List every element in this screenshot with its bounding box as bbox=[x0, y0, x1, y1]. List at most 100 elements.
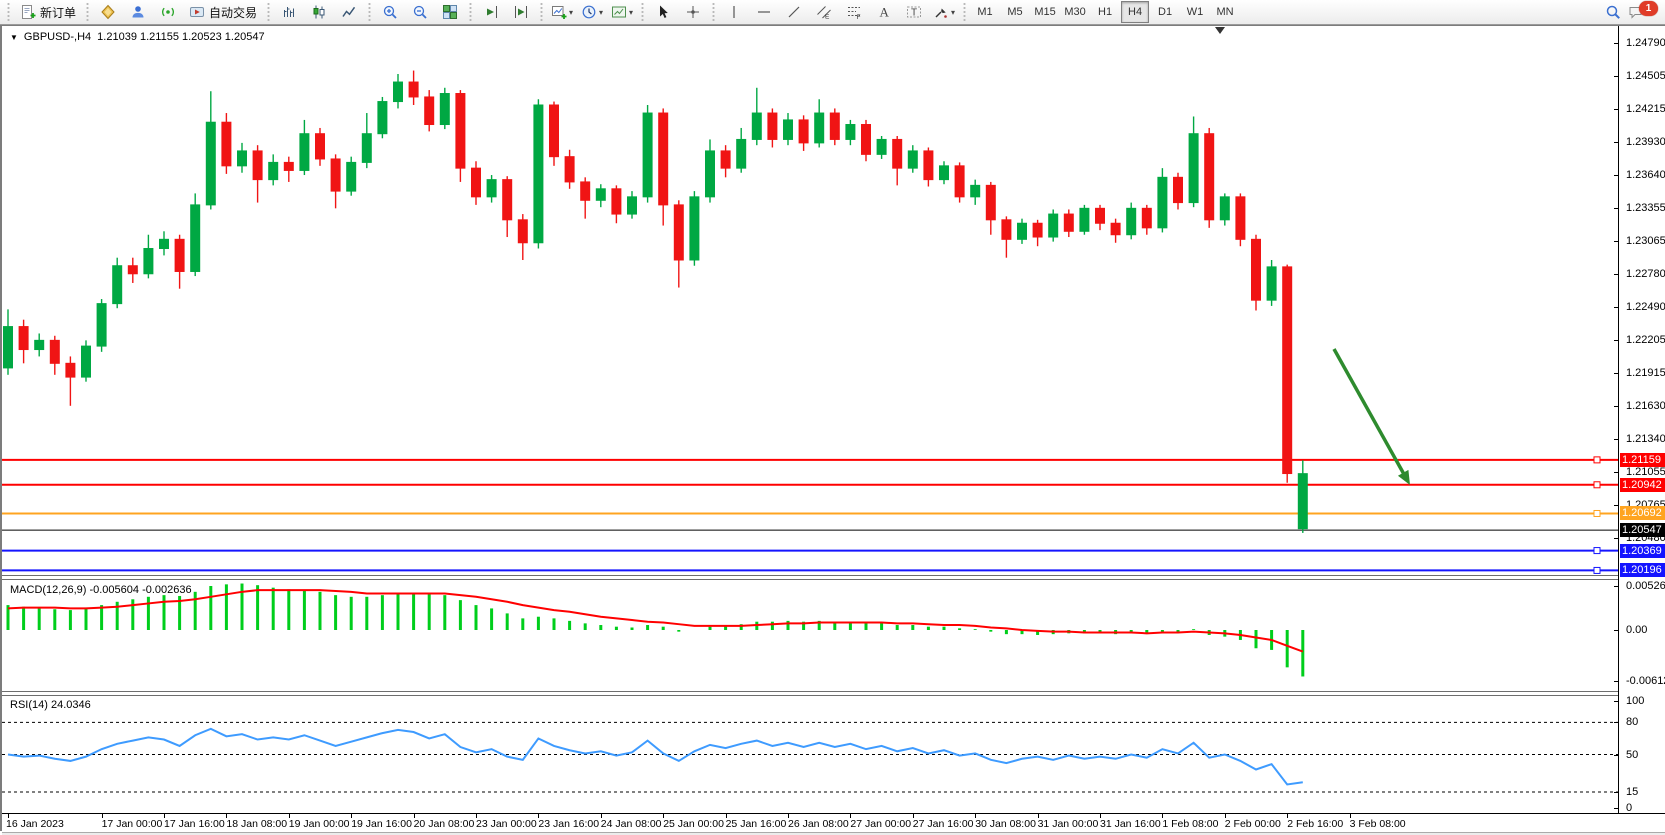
macd-axis-label: 0.00526 bbox=[1626, 580, 1665, 592]
autotrading-label: 自动交易 bbox=[209, 4, 257, 21]
autotrading-button[interactable]: 自动交易 bbox=[183, 0, 263, 24]
channel-icon: E bbox=[816, 4, 832, 20]
line-handle[interactable] bbox=[1594, 482, 1600, 488]
autoscroll-icon bbox=[483, 4, 499, 20]
timeframe-button-M15[interactable]: M15 bbox=[1031, 1, 1059, 23]
svg-text:F: F bbox=[857, 14, 861, 20]
search-button[interactable] bbox=[1598, 0, 1628, 24]
line-chart-button[interactable] bbox=[334, 0, 364, 24]
line-handle[interactable] bbox=[1594, 548, 1600, 554]
price-axis[interactable]: 1.247901.245051.242151.239301.236401.233… bbox=[1619, 26, 1665, 813]
timeframe-button-M30[interactable]: M30 bbox=[1061, 1, 1089, 23]
vertical-line-button[interactable] bbox=[719, 0, 749, 24]
hline-icon bbox=[756, 4, 772, 20]
chevron-down-icon: ▾ bbox=[951, 8, 955, 17]
toolbar-gripper[interactable] bbox=[711, 3, 716, 21]
crosshair-button[interactable] bbox=[678, 0, 708, 24]
chart-dropdown-icon[interactable]: ▼ bbox=[10, 33, 18, 42]
candlestick bbox=[113, 266, 122, 304]
candlestick bbox=[674, 205, 683, 260]
zoom-out-button[interactable] bbox=[405, 0, 435, 24]
time-axis-label: 24 Jan 08:00 bbox=[601, 818, 662, 830]
period-icon bbox=[581, 4, 597, 20]
toolbar-gripper[interactable] bbox=[640, 3, 645, 21]
rsi-indicator-label: RSI(14) 24.0346 bbox=[10, 699, 91, 711]
chart-title: ▼ GBPUSD-,H4 1.21039 1.21155 1.20523 1.2… bbox=[10, 31, 265, 43]
candlestick bbox=[799, 120, 808, 143]
toolbar-gripper[interactable] bbox=[6, 3, 11, 21]
toolbar-gripper[interactable] bbox=[962, 3, 967, 21]
chart-window: 1.247901.245051.242151.239301.236401.233… bbox=[0, 25, 1665, 831]
timeframe-button-M1[interactable]: M1 bbox=[971, 1, 999, 23]
candlestick bbox=[1298, 474, 1307, 529]
candlestick bbox=[830, 113, 839, 139]
templates-button[interactable]: ▾ bbox=[607, 0, 637, 24]
rsi-axis-label: 50 bbox=[1626, 749, 1638, 761]
toolbar-gripper[interactable] bbox=[85, 3, 90, 21]
toolbar-gripper[interactable] bbox=[468, 3, 473, 21]
market-watch-button[interactable] bbox=[93, 0, 123, 24]
line-handle[interactable] bbox=[1594, 510, 1600, 516]
toolbar-gripper[interactable] bbox=[367, 3, 372, 21]
candlestick bbox=[924, 151, 933, 180]
fibonacci-button[interactable]: F bbox=[839, 0, 869, 24]
candlestick bbox=[144, 249, 153, 274]
chart-shift-marker-icon[interactable] bbox=[1215, 27, 1225, 34]
candle-chart-button[interactable] bbox=[304, 0, 334, 24]
timeframe-button-H4[interactable]: H4 bbox=[1121, 1, 1149, 23]
new-chart-button[interactable]: ▾ bbox=[547, 0, 577, 24]
candlestick bbox=[1049, 214, 1058, 237]
main-price-pane[interactable] bbox=[2, 26, 1618, 575]
zoom-in-button[interactable] bbox=[375, 0, 405, 24]
periods-button[interactable]: ▾ bbox=[577, 0, 607, 24]
candlestick bbox=[1267, 267, 1276, 300]
chart-shift-button[interactable] bbox=[506, 0, 536, 24]
candlestick bbox=[986, 185, 995, 219]
crosshair-icon bbox=[685, 4, 701, 20]
new-order-button[interactable]: 新订单 bbox=[14, 0, 82, 24]
timeframe-button-MN[interactable]: MN bbox=[1211, 1, 1239, 23]
auto-scroll-button[interactable] bbox=[476, 0, 506, 24]
macd-pane[interactable] bbox=[2, 578, 1618, 691]
candlestick bbox=[846, 125, 855, 140]
candlestick bbox=[50, 340, 59, 363]
notifications-button[interactable]: 1 bbox=[1628, 0, 1662, 24]
rsi-pane[interactable] bbox=[2, 694, 1618, 813]
cursor-button[interactable] bbox=[648, 0, 678, 24]
arrows-button[interactable]: ▾ bbox=[929, 0, 959, 24]
template-icon bbox=[611, 4, 627, 20]
candlestick bbox=[378, 102, 387, 134]
trendline-icon bbox=[786, 4, 802, 20]
candlestick bbox=[581, 182, 590, 200]
candlestick bbox=[1220, 197, 1229, 220]
timeframe-button-D1[interactable]: D1 bbox=[1151, 1, 1179, 23]
trendline-button[interactable] bbox=[779, 0, 809, 24]
equidistant-channel-button[interactable]: E bbox=[809, 0, 839, 24]
bar-chart-button[interactable] bbox=[274, 0, 304, 24]
horizontal-line-button[interactable] bbox=[749, 0, 779, 24]
signals-button[interactable] bbox=[153, 0, 183, 24]
candlestick bbox=[331, 159, 340, 191]
text-button[interactable]: A bbox=[869, 0, 899, 24]
time-axis-label: 17 Jan 00:00 bbox=[102, 818, 163, 830]
tile-windows-button[interactable] bbox=[435, 0, 465, 24]
arrow-annotation[interactable] bbox=[1334, 349, 1406, 478]
line-handle[interactable] bbox=[1594, 567, 1600, 573]
chevron-down-icon: ▾ bbox=[569, 8, 573, 17]
time-axis-label: 23 Jan 00:00 bbox=[476, 818, 537, 830]
candlestick bbox=[128, 266, 137, 274]
toolbar-gripper[interactable] bbox=[266, 3, 271, 21]
price-axis-label: 1.22490 bbox=[1626, 301, 1665, 313]
time-axis[interactable]: 16 Jan 202317 Jan 00:0017 Jan 16:0018 Ja… bbox=[2, 813, 1665, 833]
navigator-button[interactable] bbox=[123, 0, 153, 24]
toolbar-gripper[interactable] bbox=[539, 3, 544, 21]
candlestick bbox=[1127, 208, 1136, 234]
timeframe-button-H1[interactable]: H1 bbox=[1091, 1, 1119, 23]
candlestick bbox=[768, 113, 777, 139]
timeframe-button-W1[interactable]: W1 bbox=[1181, 1, 1209, 23]
candlestick bbox=[394, 82, 403, 102]
line-handle[interactable] bbox=[1594, 457, 1600, 463]
text-label-button[interactable]: T bbox=[899, 0, 929, 24]
time-axis-label: 19 Jan 00:00 bbox=[289, 818, 350, 830]
timeframe-button-M5[interactable]: M5 bbox=[1001, 1, 1029, 23]
